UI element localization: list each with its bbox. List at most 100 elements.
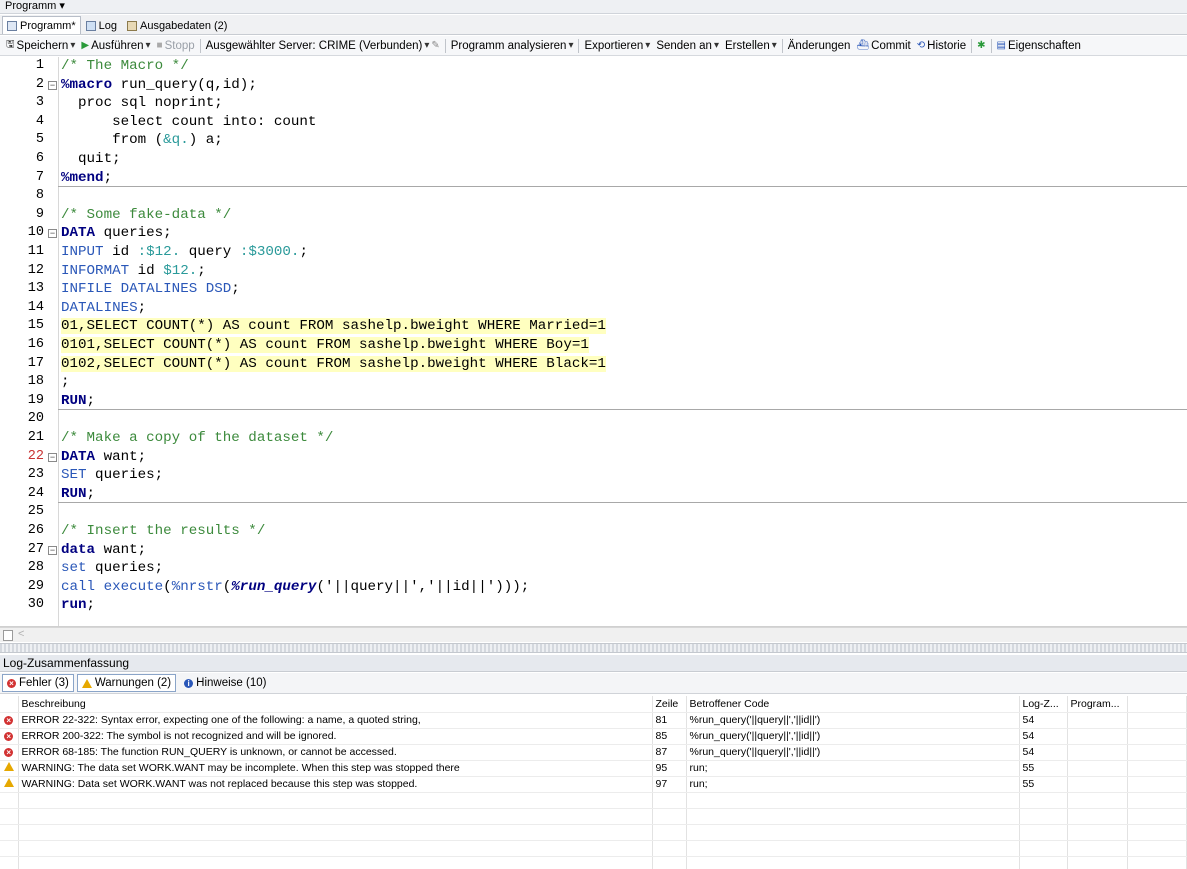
horizontal-scrollbar[interactable]: < bbox=[0, 627, 1187, 642]
code-line[interactable]: 12 INFORMAT id $12.; bbox=[0, 262, 1187, 281]
line-number: 13 bbox=[27, 281, 44, 297]
chevron-down-icon: ▾ bbox=[645, 40, 651, 51]
table-row[interactable]: WARNING: Data set WORK.WANT was not repl… bbox=[0, 776, 1187, 793]
tab-programm[interactable]: Programm* bbox=[2, 16, 81, 34]
analyze-program-button[interactable]: Programm analysieren ▾ bbox=[448, 40, 577, 52]
code-line[interactable]: 26 /* Insert the results */ bbox=[0, 522, 1187, 541]
table-row[interactable]: × ERROR 200-322: The symbol is not recogn… bbox=[0, 728, 1187, 745]
create-button[interactable]: Erstellen ▾ bbox=[722, 40, 780, 52]
code-line[interactable]: 24 RUN; bbox=[0, 485, 1187, 504]
table-row[interactable]: WARNING: The data set WORK.WANT may be i… bbox=[0, 760, 1187, 777]
tab-ausgabedaten[interactable]: Ausgabedaten (2) bbox=[122, 16, 232, 34]
history-button[interactable]: ⟲ Historie bbox=[914, 40, 969, 52]
code-line[interactable]: 25 bbox=[0, 503, 1187, 522]
fold-toggle-icon[interactable]: − bbox=[48, 452, 57, 462]
tab-log[interactable]: Log bbox=[81, 16, 122, 34]
toolbar-separator bbox=[781, 38, 783, 53]
table-header-row: Beschreibung Zeile Betroffener Code Log-… bbox=[0, 696, 1187, 713]
line-number: 16 bbox=[27, 337, 44, 352]
cell-desc: WARNING: The data set WORK.WANT may be i… bbox=[18, 760, 653, 777]
code-line[interactable]: 11 INPUT id :$12. query :$3000.; bbox=[0, 243, 1187, 262]
code-text: RUN; bbox=[61, 485, 96, 502]
column-header-code[interactable]: Betroffener Code bbox=[686, 696, 1020, 713]
chevron-down-icon[interactable]: ▾ bbox=[70, 40, 75, 51]
column-header-line[interactable]: Zeile bbox=[652, 696, 687, 713]
table-row[interactable]: × ERROR 68-185: The function RUN_QUERY is… bbox=[0, 744, 1187, 761]
cell-logline: 54 bbox=[1019, 728, 1068, 745]
code-line[interactable]: 23 SET queries; bbox=[0, 466, 1187, 485]
fold-toggle-icon[interactable]: − bbox=[48, 80, 57, 90]
line-number: 6 bbox=[35, 151, 44, 166]
program-menu[interactable]: Programm ▾ bbox=[0, 0, 1187, 14]
code-line[interactable]: 27− data want; bbox=[0, 541, 1187, 560]
code-text: INPUT id :$12. query :$3000.; bbox=[61, 244, 308, 260]
code-line[interactable]: 3 proc sql noprint; bbox=[0, 94, 1187, 113]
code-line[interactable]: 5 from (&q.) a; bbox=[0, 131, 1187, 150]
code-line[interactable]: 9 /* Some fake-data */ bbox=[0, 206, 1187, 225]
column-header-program[interactable]: Program... bbox=[1067, 696, 1128, 713]
code-line[interactable]: 18; bbox=[0, 373, 1187, 392]
changes-button[interactable]: Änderungen bbox=[785, 40, 854, 52]
code-line[interactable]: 2− %macro run_query(q,id); bbox=[0, 76, 1187, 95]
cell-desc: ERROR 200-322: The symbol is not recogni… bbox=[18, 728, 653, 745]
fold-toggle-icon[interactable]: − bbox=[48, 545, 57, 555]
error-icon: × bbox=[4, 716, 14, 725]
code-text: ; bbox=[61, 374, 70, 391]
pane-splitter[interactable] bbox=[0, 643, 1187, 653]
chevron-down-icon[interactable]: ▾ bbox=[146, 40, 151, 51]
code-line[interactable]: 20 bbox=[0, 410, 1187, 429]
export-button[interactable]: Exportieren ▾ bbox=[581, 40, 653, 52]
code-text: RUN; bbox=[61, 392, 96, 409]
code-line[interactable]: 17 0102,SELECT COUNT(*) AS count FROM sas… bbox=[0, 355, 1187, 374]
table-row[interactable]: × ERROR 22-322: Syntax error, expecting o… bbox=[0, 712, 1187, 729]
code-line[interactable]: 4 select count into: count bbox=[0, 113, 1187, 132]
notes-filter[interactable]: i Hinweise (10) bbox=[179, 674, 271, 692]
save-button[interactable]: 🖫 Speichern ▾ bbox=[3, 37, 78, 54]
line-number: 5 bbox=[35, 132, 44, 148]
cell-code: %run_query('||query||','||id||') bbox=[686, 728, 1020, 745]
column-header-icon bbox=[0, 696, 19, 713]
line-number: 27 bbox=[27, 541, 44, 557]
code-line[interactable]: 19 RUN; bbox=[0, 392, 1187, 411]
cell-logline: 54 bbox=[1019, 744, 1068, 761]
disconnect-icon[interactable]: ✎ bbox=[431, 40, 439, 51]
run-button[interactable]: ▶ Ausführen ▾ bbox=[78, 40, 153, 52]
code-line[interactable]: 13 INFILE DATALINES DSD; bbox=[0, 280, 1187, 299]
code-text: %macro run_query(q,id); bbox=[61, 76, 257, 93]
chevron-down-icon: ▾ bbox=[568, 40, 574, 51]
send-to-button[interactable]: Senden an ▾ bbox=[653, 40, 722, 52]
floppy-disk-icon: 🖫 bbox=[6, 39, 15, 50]
code-text: %mend; bbox=[61, 169, 113, 186]
code-line[interactable]: 7 %mend; bbox=[0, 169, 1187, 188]
empty-row bbox=[0, 824, 1187, 841]
code-line[interactable]: 28 set queries; bbox=[0, 559, 1187, 578]
column-header-logline[interactable]: Log-Z... bbox=[1019, 696, 1068, 713]
properties-button[interactable]: ▤ Eigenschaften bbox=[994, 40, 1084, 52]
scrollbar-thumb[interactable] bbox=[3, 630, 13, 641]
properties-icon: ▤ bbox=[996, 40, 1006, 51]
tab-label: Ausgabedaten (2) bbox=[139, 19, 228, 32]
code-line[interactable]: 15 01,SELECT COUNT(*) AS count FROM sashe… bbox=[0, 317, 1187, 336]
code-line[interactable]: 14 DATALINES; bbox=[0, 299, 1187, 318]
column-header-description[interactable]: Beschreibung bbox=[18, 696, 653, 713]
code-text: run; bbox=[61, 597, 96, 614]
code-line[interactable]: 22− DATA want; bbox=[0, 448, 1187, 467]
code-line[interactable]: 21 /* Make a copy of the dataset */ bbox=[0, 429, 1187, 448]
code-editor[interactable]: 1/* The Macro */2− %macro run_query(q,id)… bbox=[0, 57, 1187, 627]
code-line[interactable]: 30 run; bbox=[0, 596, 1187, 615]
code-line[interactable]: 29 call execute(%nrstr(%run_query('||quer… bbox=[0, 578, 1187, 597]
cell-desc: ERROR 68-185: The function RUN_QUERY is … bbox=[18, 744, 653, 761]
scroll-left-icon[interactable]: < bbox=[18, 628, 24, 640]
stop-button[interactable]: ■ Stopp bbox=[154, 40, 198, 52]
code-line[interactable]: 10− DATA queries; bbox=[0, 224, 1187, 243]
code-line[interactable]: 8 bbox=[0, 187, 1187, 206]
fold-toggle-icon[interactable]: − bbox=[48, 229, 57, 239]
code-line[interactable]: 6 quit; bbox=[0, 150, 1187, 169]
debug-button[interactable]: ✱ bbox=[974, 40, 988, 51]
commit-button[interactable]: ⛴ Commit bbox=[853, 40, 913, 52]
server-selector[interactable]: Ausgewählter Server: CRIME (Verbunden) ▾ ✎ bbox=[203, 40, 443, 52]
warnings-filter[interactable]: Warnungen (2) bbox=[76, 674, 177, 692]
errors-filter[interactable]: × Fehler (3) bbox=[2, 674, 74, 692]
code-line[interactable]: 1 /* The Macro */ bbox=[0, 57, 1187, 76]
code-line[interactable]: 16 0101,SELECT COUNT(*) AS count FROM sas… bbox=[0, 336, 1187, 355]
